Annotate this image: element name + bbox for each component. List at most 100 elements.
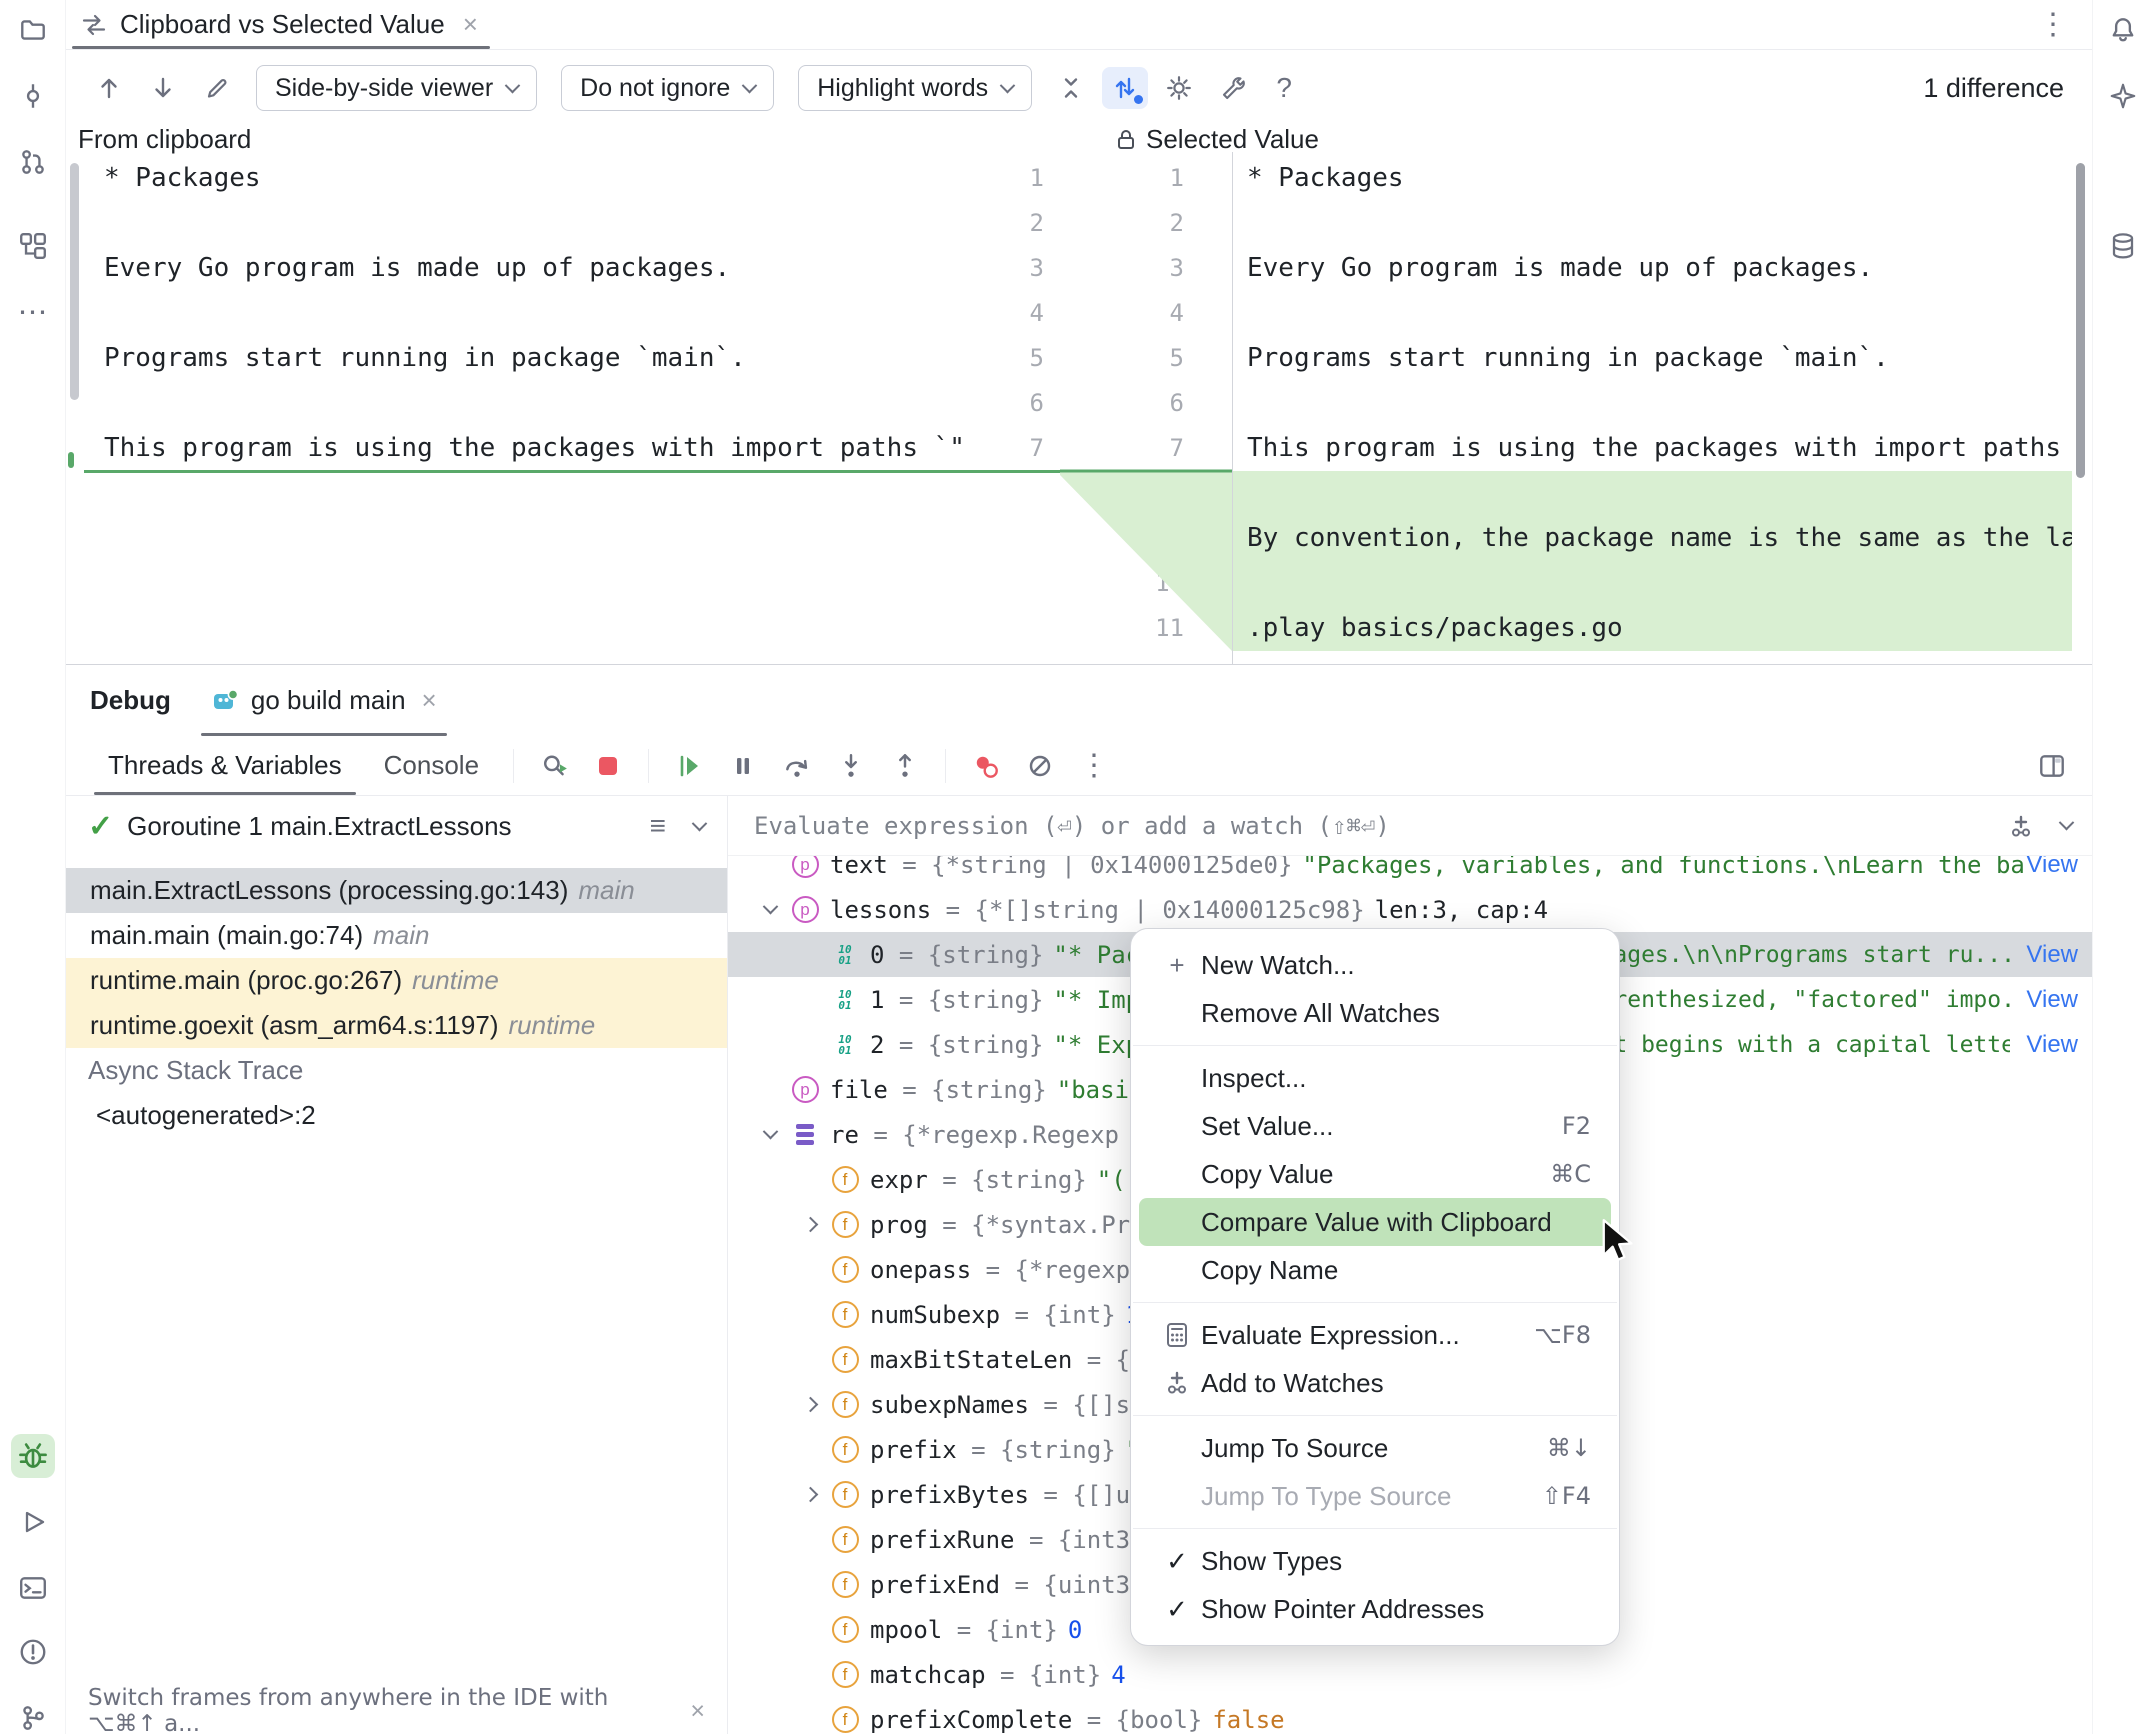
debug-body: ✓ Goroutine 1 main.ExtractLessons ≡ main… [66, 796, 2092, 1734]
step-into-icon[interactable] [827, 744, 875, 788]
menu-item-evaluate-expression[interactable]: Evaluate Expression...⌥F8 [1139, 1311, 1611, 1359]
evaluate-expression-bar[interactable]: Evaluate expression (⏎) or add a watch (… [728, 796, 2092, 856]
menu-item-new-watch[interactable]: +New Watch... [1139, 941, 1611, 989]
stack-frame[interactable]: runtime.main (proc.go:267)runtime [66, 958, 727, 1003]
menu-item-show-pointer-addresses[interactable]: ✓Show Pointer Addresses [1139, 1585, 1611, 1633]
tab-close-icon[interactable]: × [463, 9, 478, 40]
collapse-unchanged-icon[interactable] [1048, 67, 1094, 109]
step-over-icon[interactable] [773, 744, 821, 788]
project-folder-icon[interactable] [11, 8, 55, 52]
previous-difference-button[interactable] [86, 67, 132, 109]
tab-console[interactable]: Console [366, 736, 497, 795]
commit-icon[interactable] [11, 74, 55, 118]
f-icon: f [828, 1615, 862, 1645]
resume-button[interactable] [665, 744, 713, 788]
menu-item-remove-all-watches[interactable]: Remove All Watches [1139, 989, 1611, 1037]
chevron-collapsed-icon[interactable] [792, 1489, 828, 1500]
menu-item-jump-to-type-source[interactable]: Jump To Type Source⇧F4 [1139, 1472, 1611, 1520]
variable-row[interactable]: fmatchcap = {int}4 [728, 1652, 2092, 1697]
stack-frame[interactable]: runtime.goexit (asm_arm64.s:1197)runtime [66, 1003, 727, 1048]
problems-tool-icon[interactable] [11, 1630, 55, 1674]
view-breakpoints-icon[interactable] [962, 744, 1010, 788]
diff-right-editor[interactable]: * PackagesEvery Go program is made up of… [1232, 152, 2072, 664]
ignore-policy-dropdown[interactable]: Do not ignore [561, 65, 774, 111]
struct-icon [788, 1120, 822, 1150]
menu-item-copy-value[interactable]: Copy Value⌘C [1139, 1150, 1611, 1198]
add-watch-icon[interactable] [2007, 812, 2035, 840]
chevron-collapsed-icon[interactable] [792, 1219, 828, 1230]
variable-type: {*syntax.Pro [971, 1211, 1144, 1239]
view-link[interactable]: View [2026, 941, 2078, 969]
view-link[interactable]: View [2026, 1031, 2078, 1059]
variable-name: maxBitStateLen [870, 1346, 1072, 1374]
tab-threads-variables[interactable]: Threads & Variables [90, 736, 360, 795]
external-tools-icon[interactable] [1210, 67, 1256, 109]
variable-row[interactable]: plessons = {*[]string | 0x14000125c98}le… [728, 887, 2092, 932]
value-preview: if it begins with a capital letter.\... [1558, 1032, 2010, 1058]
scrollbar-thumb[interactable] [70, 163, 79, 400]
threads-view-icon[interactable]: ≡ [650, 810, 666, 842]
goroutine-header[interactable]: ✓ Goroutine 1 main.ExtractLessons ≡ [66, 796, 727, 856]
menu-item-label: Copy Value [1201, 1159, 1334, 1190]
highlight-mode-dropdown[interactable]: Highlight words [798, 65, 1032, 111]
mute-breakpoints-icon[interactable] [1016, 744, 1064, 788]
search-rerun-icon[interactable] [530, 744, 578, 788]
database-icon[interactable] [2101, 224, 2145, 268]
variable-type: {int} [1043, 1301, 1115, 1329]
stack-frame[interactable]: main.main (main.go:74)main [66, 913, 727, 958]
diff-left-editor[interactable]: * PackagesEvery Go program is made up of… [84, 152, 990, 664]
hint-close-icon[interactable]: × [690, 1697, 705, 1726]
menu-item-copy-name[interactable]: Copy Name [1139, 1246, 1611, 1294]
synchronize-scrolling-icon[interactable] [1102, 67, 1148, 109]
structure-icon[interactable] [11, 224, 55, 268]
evaluate-history-chevron-icon[interactable] [2059, 815, 2075, 831]
menu-shortcut: ⌥F8 [1534, 1321, 1591, 1349]
goroutine-dropdown-chevron-icon[interactable] [692, 815, 708, 831]
next-difference-button[interactable] [140, 67, 186, 109]
debug-session-tab[interactable]: go build main × [197, 665, 451, 736]
stack-frame[interactable]: main.ExtractLessons (processing.go:143)m… [66, 868, 727, 913]
viewer-mode-dropdown[interactable]: Side-by-side viewer [256, 65, 537, 111]
menu-item-inspect[interactable]: Inspect... [1139, 1054, 1611, 1102]
ai-assistant-icon[interactable] [2101, 74, 2145, 118]
settings-gear-icon[interactable] [1156, 67, 1202, 109]
debug-options-kebab-icon[interactable]: ⋮ [1070, 744, 1118, 788]
async-stack-frame[interactable]: <autogenerated>:2 [66, 1093, 727, 1138]
more-tool-windows-icon[interactable]: ⋯ [11, 290, 55, 334]
diff-line [84, 201, 990, 246]
git-branch-icon[interactable] [11, 1696, 55, 1734]
debug-tool-icon[interactable] [11, 1434, 55, 1478]
chevron-expanded-icon[interactable] [752, 904, 788, 915]
tab-options-kebab-icon[interactable]: ⋮ [2038, 7, 2068, 42]
layout-settings-icon[interactable] [2028, 744, 2076, 788]
menu-item-label: Show Types [1201, 1546, 1342, 1577]
session-close-icon[interactable]: × [422, 685, 437, 716]
chevron-collapsed-icon[interactable] [792, 1399, 828, 1410]
menu-item-jump-to-source[interactable]: Jump To Source⌘↓ [1139, 1424, 1611, 1472]
menu-item-compare-value-with-clipboard[interactable]: Compare Value with Clipboard [1139, 1198, 1611, 1246]
diff-editor-tab[interactable]: Clipboard vs Selected Value × [66, 0, 496, 49]
variable-name: file [830, 1076, 888, 1104]
edit-icon[interactable] [194, 67, 240, 109]
stop-button[interactable] [584, 744, 632, 788]
variable-row[interactable]: fprefixComplete = {bool}false [728, 1697, 2092, 1734]
menu-item-show-types[interactable]: ✓Show Types [1139, 1537, 1611, 1585]
run-tool-icon[interactable] [11, 1500, 55, 1544]
menu-item-label: Compare Value with Clipboard [1201, 1207, 1552, 1238]
chevron-expanded-icon[interactable] [752, 1129, 788, 1140]
help-icon[interactable]: ? [1264, 72, 1304, 104]
step-out-icon[interactable] [881, 744, 929, 788]
menu-item-set-value[interactable]: Set Value...F2 [1139, 1102, 1611, 1150]
view-link[interactable]: View [2026, 986, 2078, 1014]
variable-name: subexpNames [870, 1391, 1029, 1419]
revert-chevrons-icon[interactable]: « [1207, 471, 1224, 516]
scrollbar-thumb[interactable] [2076, 163, 2085, 478]
menu-item-add-to-watches[interactable]: Add to Watches [1139, 1359, 1611, 1407]
pull-request-icon[interactable] [11, 140, 55, 184]
pause-button[interactable] [719, 744, 767, 788]
left-scrollbar[interactable] [66, 152, 84, 664]
notifications-bell-icon[interactable] [2101, 8, 2145, 52]
line-number: 6 [1080, 381, 1232, 426]
terminal-tool-icon[interactable] [11, 1566, 55, 1610]
right-scrollbar[interactable] [2072, 152, 2092, 664]
